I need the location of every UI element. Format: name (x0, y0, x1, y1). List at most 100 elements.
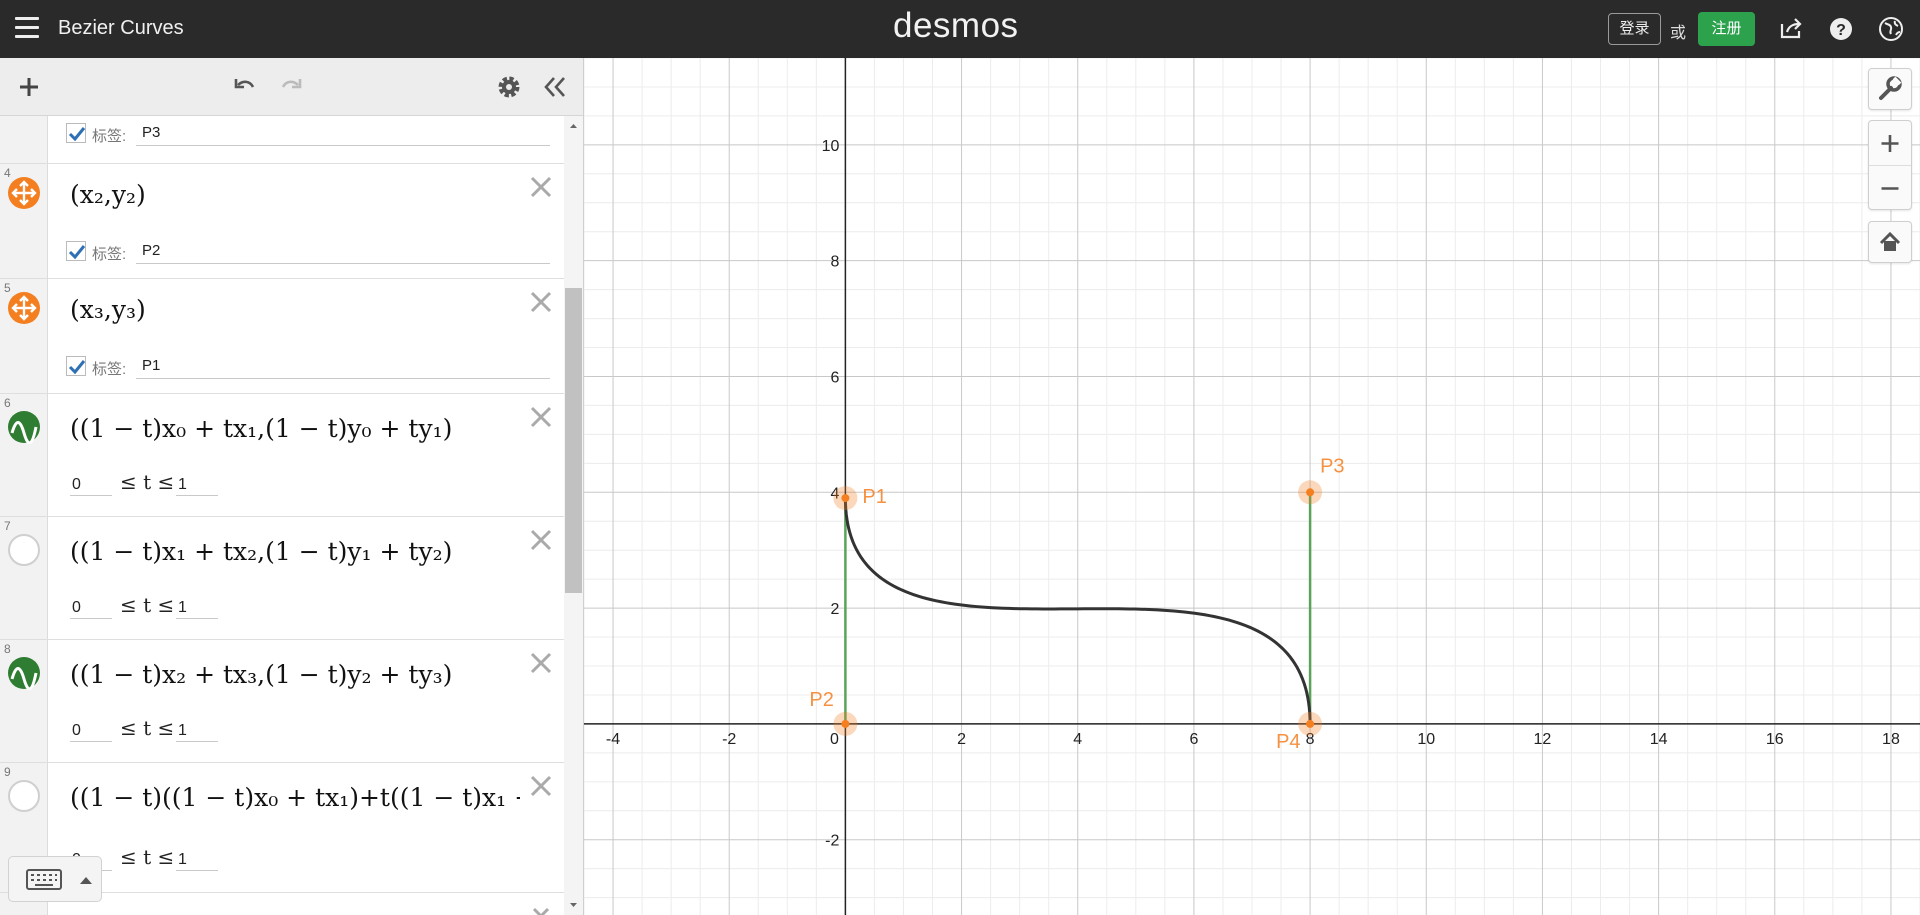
scrollbar-thumb[interactable] (565, 288, 582, 593)
expression-math[interactable]: (x₃,y₃) (70, 295, 146, 324)
expression-toolbar (0, 58, 583, 116)
domain-row: ≤ t ≤ (70, 591, 270, 621)
label-input[interactable] (136, 120, 550, 146)
domain-max-input[interactable] (176, 468, 218, 496)
undo-icon[interactable] (230, 72, 260, 102)
menu-icon[interactable] (15, 17, 39, 39)
top-bar: Bezier Curves desmos 登录 或 注册 ? (0, 0, 1920, 58)
parametric-curve-icon[interactable] (7, 656, 41, 691)
expression-math[interactable]: ((1 − t)x₀ + tx₁,(1 − t)y₀ + ty₁) (70, 414, 452, 443)
draggable-point (841, 719, 850, 728)
signup-button[interactable]: 注册 (1698, 12, 1755, 46)
move-point-icon[interactable] (7, 291, 41, 325)
point-label: P1 (862, 486, 886, 508)
label-checkbox[interactable] (66, 123, 86, 143)
label-input[interactable] (136, 353, 550, 379)
domain-min-input[interactable] (70, 468, 112, 496)
or-text: 或 (1670, 25, 1687, 42)
svg-text:?: ? (1836, 22, 1846, 39)
label-input[interactable] (136, 238, 550, 264)
graph-title[interactable]: Bezier Curves (58, 17, 184, 40)
keyboard-toggle-button[interactable] (8, 856, 102, 902)
domain-row: ≤ t ≤ (70, 468, 270, 498)
wrench-icon (1879, 76, 1902, 100)
collapse-panel-icon[interactable] (540, 72, 570, 102)
expression-number: 9 (4, 765, 11, 779)
default-viewport-button[interactable] (1868, 221, 1912, 263)
expression-7[interactable]: 7 ((1 − t)x₁ + tx₂,(1 − t)y₁ + ty₂) ≤ t … (0, 517, 564, 640)
expression-4[interactable]: 4 (x₂,y₂) 标签: (0, 164, 564, 279)
expression-math[interactable]: ((1 − t)x₂ + tx₃,(1 − t)y₂ + ty₃) (70, 660, 452, 689)
login-button[interactable]: 登录 (1608, 13, 1661, 45)
share-icon[interactable] (1776, 14, 1806, 44)
expression-gutter: 7 (0, 517, 48, 639)
draggable-point (841, 494, 850, 503)
draggable-point (1306, 719, 1315, 728)
x-tick-label: 10 (1417, 731, 1435, 748)
help-icon[interactable]: ? (1826, 14, 1856, 44)
x-tick-label: 14 (1650, 731, 1668, 748)
x-tick-label: 12 (1534, 731, 1552, 748)
x-tick-label: -4 (606, 731, 620, 748)
domain-max-input[interactable] (176, 843, 218, 871)
delete-expression-icon[interactable] (526, 172, 556, 202)
y-tick-label: 6 (830, 369, 839, 386)
domain-row: ≤ t ≤ (70, 714, 270, 744)
expression-8[interactable]: 8 ((1 − t)x₂ + tx₃,(1 − t)y₂ + ty₃) ≤ t … (0, 640, 564, 763)
expression-number: 8 (4, 642, 11, 656)
domain-text: ≤ t ≤ (120, 470, 175, 494)
delete-expression-icon[interactable] (526, 402, 556, 432)
expression-number: 6 (4, 396, 11, 410)
domain-max-input[interactable] (176, 714, 218, 742)
zoom-controls (1868, 120, 1912, 210)
globe-icon[interactable] (1876, 14, 1906, 44)
hidden-curve-icon[interactable] (7, 779, 41, 813)
domain-max-input[interactable] (176, 591, 218, 619)
x-tick-label: 4 (1073, 731, 1082, 748)
point-label: P4 (1276, 731, 1300, 753)
label-checkbox[interactable] (66, 241, 86, 261)
gear-icon[interactable] (494, 72, 524, 102)
label-word: 标签: (92, 128, 127, 145)
domain-text: ≤ t ≤ (120, 845, 175, 869)
label-word: 标签: (92, 246, 127, 263)
domain-min-input[interactable] (70, 714, 112, 742)
delete-expression-icon[interactable] (526, 525, 556, 555)
expression-3[interactable]: 标签: (0, 116, 564, 164)
graph-svg[interactable]: -4 -2 0 2 4 6 8 10 12 14 16 18-2246810P1P2P3P4 (584, 58, 1920, 915)
redo-icon[interactable] (276, 72, 306, 102)
expression-panel: 标签: 4 (x₂,y₂) 标签: (0, 58, 584, 915)
x-tick-label: -2 (722, 731, 736, 748)
delete-expression-icon[interactable] (526, 771, 556, 801)
keyboard-icon (26, 869, 62, 890)
expression-math[interactable]: ((1 − t)x₁ + tx₂,(1 − t)y₁ + ty₂) (70, 537, 452, 566)
parametric-curve-icon[interactable] (7, 410, 41, 445)
point-label: P3 (1320, 455, 1344, 477)
domain-min-input[interactable] (70, 591, 112, 619)
expression-math[interactable]: ((1 − t)((1 − t)x₀ + tx₁)+t((1 − t)x₁ + (70, 783, 520, 812)
x-tick-label: 18 (1882, 731, 1900, 748)
zoom-in-button[interactable] (1869, 121, 1911, 166)
expression-6[interactable]: 6 ((1 − t)x₀ + tx₁,(1 − t)y₀ + ty₁) ≤ t … (0, 394, 564, 517)
y-tick-label: 8 (830, 254, 839, 271)
expression-gutter: 5 (0, 279, 48, 393)
hidden-curve-icon[interactable] (7, 533, 41, 567)
delete-expression-icon[interactable] (526, 287, 556, 317)
expression-math[interactable]: (x₂,y₂) (70, 180, 146, 209)
minus-icon (1881, 187, 1899, 190)
x-tick-label: 6 (1189, 731, 1198, 748)
graph-settings-button[interactable] (1868, 68, 1912, 110)
point-label: P2 (809, 689, 833, 711)
label-checkbox[interactable] (66, 356, 86, 376)
x-tick-label: 0 (830, 731, 839, 748)
graph-canvas[interactable]: -4 -2 0 2 4 6 8 10 12 14 16 18 -2 2 4 6 8 10 P1 P2 P3 P4 (584, 58, 1920, 915)
expression-gutter (0, 116, 48, 163)
draggable-point (1306, 488, 1315, 497)
y-tick-label: -2 (825, 833, 839, 850)
delete-expression-icon[interactable] (526, 648, 556, 678)
chevron-down-icon[interactable] (526, 899, 556, 915)
move-point-icon[interactable] (7, 176, 41, 210)
zoom-out-button[interactable] (1869, 166, 1911, 211)
add-icon[interactable] (14, 72, 44, 102)
expression-5[interactable]: 5 (x₃,y₃) 标签: (0, 279, 564, 394)
